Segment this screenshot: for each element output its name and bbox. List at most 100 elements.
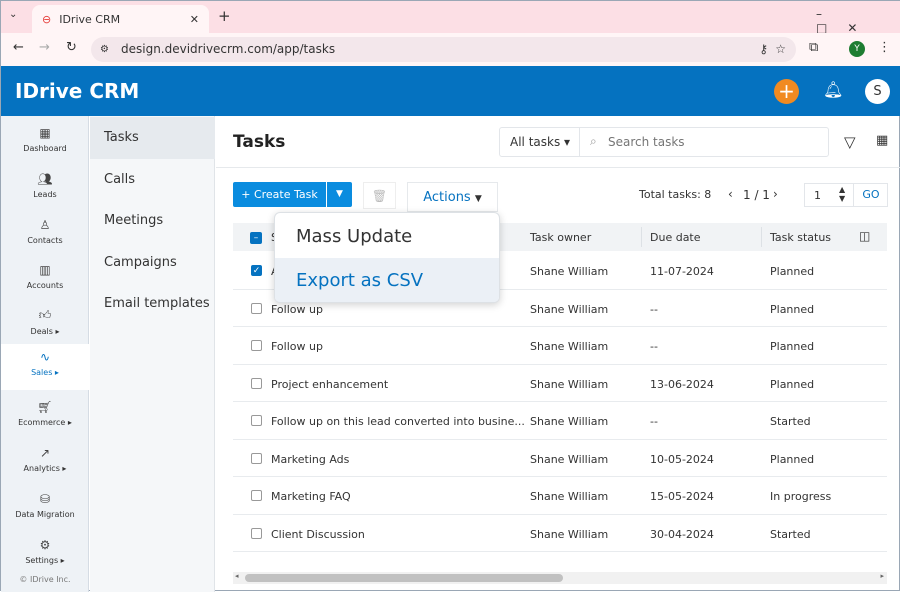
sidebar-item-analytics[interactable]: ↗ Analytics ▸ <box>1 440 89 486</box>
gear-icon: ⚙ <box>39 538 51 552</box>
create-task-button[interactable]: + Create Task <box>233 182 326 207</box>
back-icon[interactable]: ← <box>13 40 24 55</box>
sidebar-item-accounts[interactable]: ▥ Accounts <box>1 257 89 303</box>
row-checkbox[interactable] <box>251 377 262 389</box>
filter-icon[interactable]: ▽ <box>844 133 856 151</box>
accounts-icon: ▥ <box>39 263 51 277</box>
new-tab-icon[interactable]: + <box>218 7 231 25</box>
search-bar: All tasks ▾ ⌕ <box>499 127 829 157</box>
bell-icon[interactable]: 🔔︎ <box>823 80 843 99</box>
go-button[interactable]: GO <box>853 184 888 206</box>
task-subject[interactable]: Follow up <box>271 303 323 316</box>
actions-menu: Mass Update Export as CSV <box>274 212 500 303</box>
close-tab-icon[interactable]: ✕ <box>190 13 199 26</box>
task-subject[interactable]: Marketing Ads <box>271 453 349 466</box>
sidebar-item-deals[interactable]: 👍︎ Deals ▸ <box>1 302 89 348</box>
select-all-checkbox[interactable]: – <box>250 232 262 244</box>
sidebar-item-dashboard[interactable]: ▦ Dashboard <box>1 120 89 166</box>
row-checkbox[interactable] <box>251 415 262 426</box>
key-icon[interactable]: ⚷ <box>759 37 768 62</box>
column-due-date[interactable]: Due date <box>650 231 701 244</box>
calendar-icon[interactable]: ▦ <box>876 133 888 148</box>
row-checkbox[interactable] <box>251 490 262 501</box>
quick-add-button[interactable]: + <box>774 79 799 104</box>
reload-icon[interactable]: ↻ <box>66 40 77 55</box>
database-icon: ⛁ <box>39 492 51 506</box>
next-page-button[interactable]: › <box>773 187 778 201</box>
sidebar-item-ecommerce[interactable]: 🛒︎ Ecommerce ▸ <box>1 394 89 440</box>
task-filter-dropdown[interactable]: All tasks ▾ <box>500 128 580 156</box>
due-date: -- <box>650 415 658 428</box>
sidebar-item-settings[interactable]: ⚙ Settings ▸ <box>1 532 89 578</box>
sidebar-item-sales[interactable]: ∿ Sales ▸ <box>1 344 89 390</box>
sales-icon: ∿ <box>39 350 51 364</box>
search-input[interactable] <box>608 132 818 152</box>
stepper-icon[interactable]: ▲ ▼ <box>839 185 845 203</box>
row-checkbox[interactable] <box>251 302 262 314</box>
label: Ecommerce ▸ <box>18 418 72 427</box>
table-row[interactable]: Follow up Shane William -- Planned <box>233 327 887 365</box>
submenu-campaigns[interactable]: Campaigns <box>90 242 215 284</box>
task-subject[interactable]: Follow up <box>271 340 323 353</box>
user-avatar[interactable]: S <box>865 79 890 104</box>
submenu-calls[interactable]: Calls <box>90 159 215 201</box>
browser-tab[interactable]: ⊖ IDrive CRM ✕ <box>32 5 209 33</box>
favicon-icon: ⊖ <box>42 12 52 26</box>
table-row[interactable]: Marketing Ads Shane William 10-05-2024 P… <box>233 440 887 477</box>
submenu-meetings[interactable]: Meetings <box>90 200 215 242</box>
sidebar-item-leads[interactable]: 👥︎ Leads <box>1 166 89 212</box>
table-row[interactable]: Project enhancement Shane William 13-06-… <box>233 365 887 402</box>
task-status: Planned <box>770 302 815 316</box>
window-controls[interactable]: –□✕ <box>816 7 900 35</box>
column-task-status[interactable]: Task status <box>770 231 831 244</box>
row-checkbox[interactable] <box>251 452 262 464</box>
row-checkbox[interactable] <box>251 340 262 351</box>
row-checkbox[interactable]: ✓ <box>251 265 262 276</box>
submenu-email-templates[interactable]: Email templates <box>90 283 215 325</box>
extensions-icon[interactable]: ⧉ <box>809 40 818 55</box>
task-subject[interactable]: Follow up on this lead converted into bu… <box>271 415 525 428</box>
scrollbar-thumb[interactable] <box>245 574 563 582</box>
column-task-owner[interactable]: Task owner <box>530 231 591 244</box>
prev-page-button[interactable]: ‹ <box>728 187 733 201</box>
bookmark-star-icon[interactable]: ☆ <box>775 37 786 62</box>
table-row[interactable]: Follow up on this lead converted into bu… <box>233 402 887 440</box>
forward-icon[interactable]: → <box>39 40 50 55</box>
menu-item-export-csv[interactable]: Export as CSV <box>275 258 499 302</box>
task-status: Planned <box>770 340 815 353</box>
submenu: Tasks Calls Meetings Campaigns Email tem… <box>90 116 215 592</box>
task-subject[interactable]: Project enhancement <box>271 378 388 391</box>
row-checkbox[interactable] <box>251 527 262 539</box>
horizontal-scrollbar[interactable]: ◂ ▸ <box>233 572 887 584</box>
column-settings-icon[interactable]: ◫ <box>859 229 870 243</box>
scroll-right-icon[interactable]: ▸ <box>880 572 884 580</box>
tab-list-icon[interactable]: ⌄ <box>9 9 17 20</box>
submenu-tasks[interactable]: Tasks <box>90 117 215 159</box>
trash-icon: 🗑︎ <box>371 189 388 203</box>
profile-avatar[interactable]: Y <box>849 41 865 57</box>
create-task-dropdown-button[interactable]: ▼ <box>327 182 352 207</box>
table-row[interactable]: Marketing FAQ Shane William 15-05-2024 I… <box>233 477 887 515</box>
task-status: Started <box>770 527 811 541</box>
scroll-left-icon[interactable]: ◂ <box>235 572 239 580</box>
divider <box>641 227 642 247</box>
task-owner: Shane William <box>530 265 609 278</box>
app-header: IDrive CRM + 🔔︎ S <box>1 66 900 116</box>
task-subject[interactable]: Client Discussion <box>271 528 365 541</box>
task-status: Planned <box>770 377 815 391</box>
menu-icon[interactable]: ⋮ <box>878 40 891 55</box>
site-settings-icon[interactable]: ⚙ <box>100 37 109 62</box>
delete-button[interactable]: 🗑︎ <box>363 182 396 209</box>
task-owner: Shane William <box>530 490 609 503</box>
sidebar-item-data-migration[interactable]: ⛁ Data Migration <box>1 486 89 532</box>
actions-button[interactable]: Actions ▼ <box>407 182 498 212</box>
logo[interactable]: IDrive CRM <box>15 79 139 103</box>
due-date: 11-07-2024 <box>650 265 714 278</box>
page-input[interactable]: 1 <box>814 189 821 202</box>
task-subject[interactable]: Marketing FAQ <box>271 490 351 503</box>
page-title: Tasks <box>233 132 286 152</box>
sidebar-item-contacts[interactable]: ♙ Contacts <box>1 212 89 258</box>
url-field[interactable]: ⚙ design.devidrivecrm.com/app/tasks ⚷ ☆ <box>91 37 796 62</box>
table-row[interactable]: Client Discussion Shane William 30-04-20… <box>233 515 887 552</box>
menu-item-mass-update[interactable]: Mass Update <box>275 213 499 258</box>
